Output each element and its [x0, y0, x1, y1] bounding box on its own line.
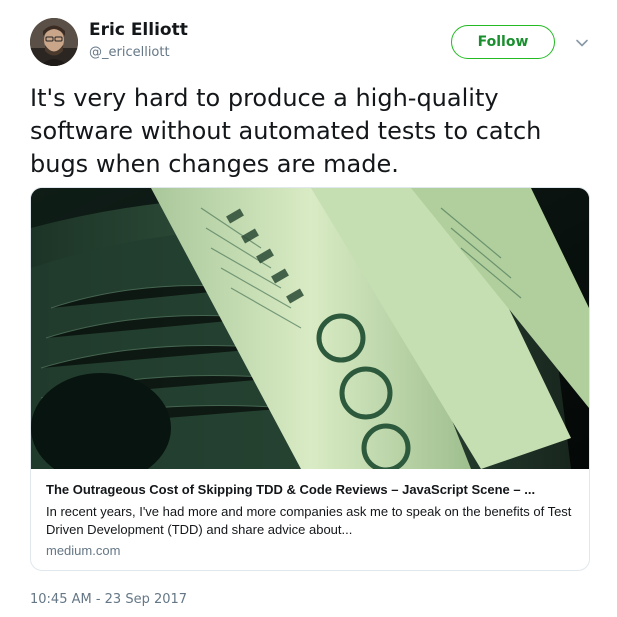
- card-image[interactable]: [31, 188, 589, 469]
- tweet-text: It's very hard to produce a high-quality…: [30, 84, 542, 178]
- link-card[interactable]: The Outrageous Cost of Skipping TDD & Co…: [30, 187, 590, 571]
- author-handle[interactable]: @_ericelliott: [89, 45, 170, 60]
- tweet-timestamp[interactable]: 10:45 AM - 23 Sep 2017: [30, 592, 187, 607]
- author-name[interactable]: Eric Elliott: [89, 20, 188, 40]
- follow-button[interactable]: Follow: [451, 25, 555, 59]
- chevron-down-icon[interactable]: [572, 33, 592, 53]
- card-domain: medium.com: [46, 543, 121, 558]
- avatar[interactable]: [30, 18, 78, 66]
- avatar-photo-icon: [30, 18, 78, 66]
- card-title[interactable]: The Outrageous Cost of Skipping TDD & Co…: [46, 482, 576, 497]
- card-description: In recent years, I've had more and more …: [46, 504, 572, 537]
- money-roll-photo-icon: [31, 188, 589, 469]
